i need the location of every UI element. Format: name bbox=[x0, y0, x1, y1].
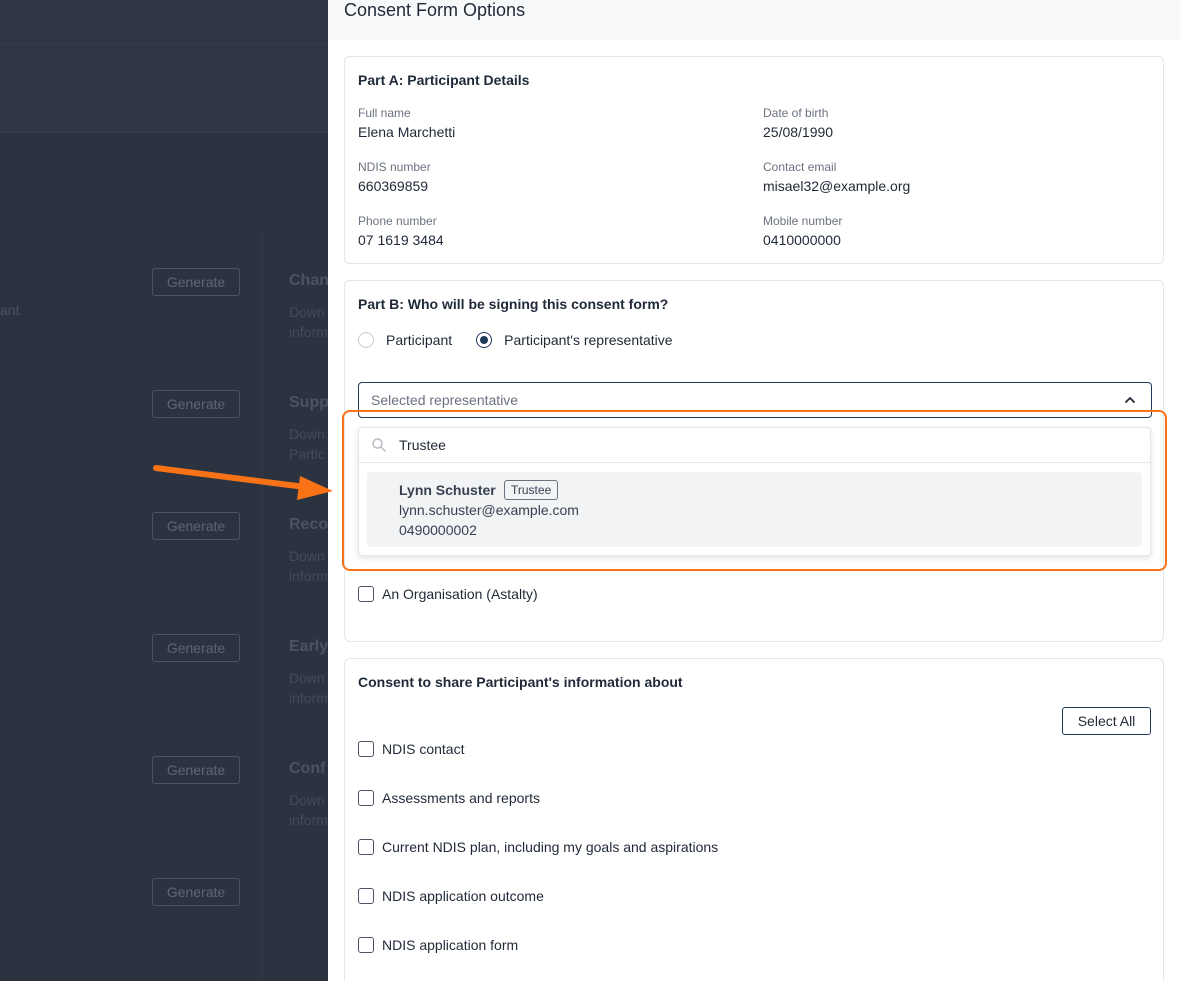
consent-item-label: NDIS application form bbox=[382, 937, 519, 953]
consent-item-label: Current NDIS plan, including my goals an… bbox=[382, 839, 719, 855]
generate-button[interactable]: Generate bbox=[152, 390, 240, 418]
field-label: Date of birth bbox=[763, 106, 829, 120]
background-row-desc: Down inform bbox=[289, 304, 328, 340]
background-row-title: Chan bbox=[289, 272, 328, 289]
background-row: Generate Supp Down Partic bbox=[152, 390, 328, 480]
background-header bbox=[0, 45, 328, 133]
field-value: 07 1619 3484 bbox=[358, 232, 444, 248]
background-row-desc: Down inform bbox=[289, 792, 328, 828]
background-page: ant Generate Chan Down inform Generate Su… bbox=[0, 0, 328, 981]
organisation-checkbox-label: An Organisation (Astalty) bbox=[382, 586, 538, 602]
field-label: Contact email bbox=[763, 160, 837, 174]
contact-email-field: Contact email misael32@example.org bbox=[763, 160, 910, 194]
ndis-number-field: NDIS number 660369859 bbox=[358, 160, 431, 194]
representative-radio-label[interactable]: Participant's representative bbox=[504, 332, 672, 348]
organisation-checkbox[interactable] bbox=[358, 586, 374, 602]
consent-checkbox[interactable] bbox=[358, 888, 374, 904]
background-row: Generate Reco Down inform bbox=[152, 512, 328, 602]
background-row-desc: Down inform bbox=[289, 670, 328, 706]
consent-item[interactable]: NDIS contact bbox=[358, 741, 464, 757]
chevron-up-icon bbox=[1125, 397, 1135, 403]
background-partial-text: ant bbox=[0, 302, 20, 318]
background-row-title: Conf bbox=[289, 760, 326, 777]
drawer-title: Consent Form Options bbox=[344, 0, 526, 20]
field-label: Full name bbox=[358, 106, 411, 120]
consent-item[interactable]: Assessments and reports bbox=[358, 790, 540, 806]
consent-item-label: NDIS application outcome bbox=[382, 888, 544, 904]
annotation-highlight-box bbox=[342, 410, 1167, 571]
generate-button[interactable]: Generate bbox=[152, 756, 240, 784]
consent-checkbox[interactable] bbox=[358, 790, 374, 806]
part-a-card: Part A: Participant Details Full name El… bbox=[344, 56, 1164, 264]
consent-checkbox[interactable] bbox=[358, 937, 374, 953]
dob-field: Date of birth 25/08/1990 bbox=[763, 106, 833, 140]
organisation-checkbox-row[interactable]: An Organisation (Astalty) bbox=[358, 586, 538, 602]
background-row: Generate Early Down inform bbox=[152, 634, 328, 724]
background-row-title: Supp bbox=[289, 394, 328, 411]
background-row: Generate bbox=[152, 878, 328, 968]
background-row-desc: Down inform bbox=[289, 548, 328, 584]
field-value: 25/08/1990 bbox=[763, 124, 834, 140]
consent-checkbox[interactable] bbox=[358, 741, 374, 757]
full-name-field: Full name Elena Marchetti bbox=[358, 106, 455, 140]
background-row-desc: Down Partic bbox=[289, 426, 325, 462]
background-topbar bbox=[0, 0, 328, 45]
field-label: Mobile number bbox=[763, 214, 843, 228]
consent-card: Consent to share Participant's informati… bbox=[344, 658, 1164, 981]
field-value: Elena Marchetti bbox=[358, 124, 456, 140]
background-row-title: Early bbox=[289, 638, 328, 655]
signer-radio-group: Participant Participant's representative bbox=[358, 332, 697, 348]
background-row: Generate Chan Down inform bbox=[152, 268, 328, 358]
participant-radio-label[interactable]: Participant bbox=[386, 332, 452, 348]
field-value: 660369859 bbox=[358, 178, 429, 194]
consent-item-label: Assessments and reports bbox=[382, 790, 540, 806]
consent-item[interactable]: NDIS application outcome bbox=[358, 888, 544, 904]
part-a-title: Part A: Participant Details bbox=[358, 72, 530, 88]
generate-button[interactable]: Generate bbox=[152, 878, 240, 906]
generate-button[interactable]: Generate bbox=[152, 268, 240, 296]
consent-title: Consent to share Participant's informati… bbox=[358, 674, 683, 690]
consent-item[interactable]: NDIS application form bbox=[358, 937, 518, 953]
phone-number-field: Phone number 07 1619 3484 bbox=[358, 214, 444, 248]
generate-button[interactable]: Generate bbox=[152, 634, 240, 662]
mobile-number-field: Mobile number 0410000000 bbox=[763, 214, 842, 248]
representative-radio[interactable] bbox=[476, 332, 493, 348]
background-row: Generate Conf Down inform bbox=[152, 756, 328, 846]
field-label: Phone number bbox=[358, 214, 437, 228]
field-value: 0410000000 bbox=[763, 232, 841, 248]
consent-item[interactable]: Current NDIS plan, including my goals an… bbox=[358, 839, 718, 855]
participant-radio[interactable] bbox=[358, 332, 374, 348]
generate-button[interactable]: Generate bbox=[152, 512, 240, 540]
field-value: misael32@example.org bbox=[763, 178, 911, 194]
part-b-title: Part B: Who will be signing this consent… bbox=[358, 296, 669, 312]
select-all-button[interactable]: Select All bbox=[1062, 707, 1151, 735]
drawer-header: Consent Form Options bbox=[328, 0, 1180, 40]
consent-item-label: NDIS contact bbox=[382, 741, 465, 757]
field-label: NDIS number bbox=[358, 160, 431, 174]
background-row-title: Reco bbox=[289, 516, 328, 533]
select-placeholder: Selected representative bbox=[371, 392, 519, 408]
consent-checkbox[interactable] bbox=[358, 839, 374, 855]
